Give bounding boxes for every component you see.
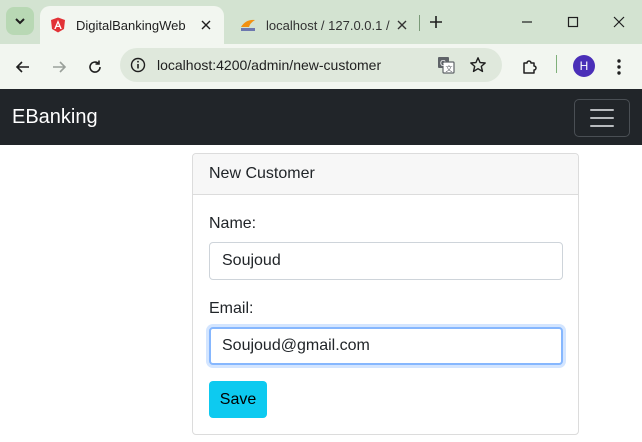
back-button[interactable] [10,54,36,80]
close-icon [613,16,625,28]
browser-toolbar: localhost:4200/admin/new-customer G文 H [0,44,642,89]
address-bar[interactable]: localhost:4200/admin/new-customer G文 [120,48,502,82]
hamburger-icon-line [590,117,614,119]
arrow-left-icon [15,61,29,73]
extensions-button[interactable] [517,54,543,80]
card-header: New Customer [193,154,578,195]
tab-title: DigitalBankingWeb [76,17,186,33]
translate-icon[interactable]: G文 [436,55,456,75]
reload-button[interactable] [82,54,108,80]
name-input[interactable] [209,242,563,280]
tab-phpmyadmin[interactable]: localhost / 127.0.0.1 / [230,6,420,44]
tab-search-button[interactable] [6,7,34,35]
navbar-toggler-button[interactable] [574,99,630,137]
hamburger-icon-line [590,125,614,127]
new-customer-card: New Customer Name: Email: Save [192,153,579,435]
maximize-icon [567,16,579,28]
email-input[interactable] [209,327,563,365]
plus-icon [430,16,442,28]
angular-logo-icon [51,17,65,33]
navbar-brand[interactable]: EBanking [12,106,98,129]
browser-tab-strip: DigitalBankingWeb localhost / 127.0.0.1 … [0,0,642,44]
close-icon[interactable] [196,15,216,35]
name-label: Name: [209,215,257,232]
phpmyadmin-logo-icon [241,19,255,31]
tab-digitalbankingweb[interactable]: DigitalBankingWeb [40,6,224,44]
tab-title: localhost / 127.0.0.1 / [266,17,390,33]
tab-divider [419,15,420,31]
site-info-icon[interactable] [128,55,148,75]
email-label: Email: [209,300,254,317]
new-tab-button[interactable] [426,12,446,32]
reload-icon [89,60,101,73]
bookmark-star-icon[interactable] [468,55,488,75]
profile-avatar[interactable]: H [573,55,595,77]
app-navbar: EBanking [0,89,642,145]
minimize-button[interactable] [516,11,538,33]
forward-button[interactable] [46,54,72,80]
arrow-right-icon [53,61,67,73]
close-icon[interactable] [392,15,412,35]
toolbar-divider [556,55,557,73]
svg-text:文: 文 [446,64,453,73]
save-button[interactable]: Save [209,381,267,418]
puzzle-icon [523,60,537,74]
hamburger-icon-line [590,109,614,111]
maximize-button[interactable] [562,11,584,33]
chevron-down-icon [15,18,25,25]
address-url: localhost:4200/admin/new-customer [157,57,382,73]
minimize-icon [522,21,532,23]
window-close-button[interactable] [608,11,630,33]
browser-menu-button[interactable] [606,54,632,80]
kebab-menu-icon [617,59,621,75]
